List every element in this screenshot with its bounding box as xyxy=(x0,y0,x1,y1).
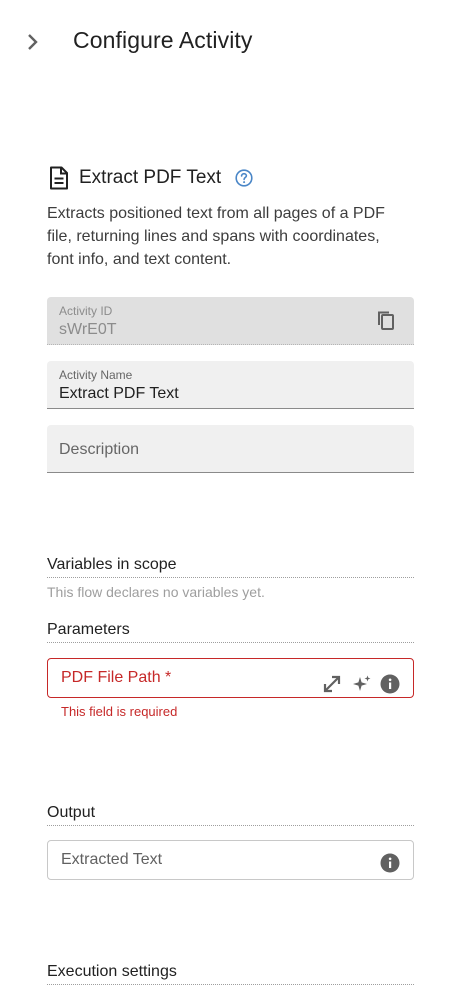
activity-title: Extract PDF Text xyxy=(79,167,222,188)
info-icon[interactable] xyxy=(379,673,401,695)
activity-name-label: Activity Name xyxy=(59,368,133,382)
extracted-text-input[interactable]: Extracted Text xyxy=(47,840,414,880)
activity-heading: Extract PDF Text xyxy=(47,164,253,192)
copy-icon[interactable] xyxy=(375,310,397,332)
help-circle-icon[interactable] xyxy=(235,169,253,187)
extracted-text-label: Extracted Text xyxy=(61,851,163,868)
pdf-file-path-label: PDF File Path * xyxy=(61,669,172,686)
page-title: Configure Activity xyxy=(73,27,253,53)
description-placeholder: Description xyxy=(59,441,140,458)
activity-id-field: Activity ID sWrE0T xyxy=(47,297,414,345)
expand-icon[interactable] xyxy=(321,673,343,695)
activity-id-value: sWrE0T xyxy=(59,321,117,338)
pdf-file-path-error: This field is required xyxy=(61,704,178,719)
variables-empty-text: This flow declares no variables yet. xyxy=(47,584,265,600)
pdf-file-path-input[interactable]: PDF File Path * xyxy=(47,658,414,698)
activity-id-label: Activity ID xyxy=(59,304,113,318)
activity-name-value[interactable]: Extract PDF Text xyxy=(59,385,179,403)
output-section-title: Output xyxy=(47,804,414,826)
panel-header: Configure Activity xyxy=(0,0,470,84)
sparkle-icon[interactable] xyxy=(351,673,373,695)
parameters-section-title: Parameters xyxy=(47,621,414,643)
document-icon xyxy=(47,165,71,191)
info-icon[interactable] xyxy=(379,852,401,874)
execution-section-title[interactable]: Execution settings xyxy=(47,963,414,985)
variables-section-title: Variables in scope xyxy=(47,556,414,578)
description-field[interactable]: Description xyxy=(47,425,414,473)
chevron-right-icon[interactable] xyxy=(22,30,44,54)
activity-name-field[interactable]: Activity Name Extract PDF Text xyxy=(47,361,414,409)
activity-description: Extracts positioned text from all pages … xyxy=(47,205,385,268)
